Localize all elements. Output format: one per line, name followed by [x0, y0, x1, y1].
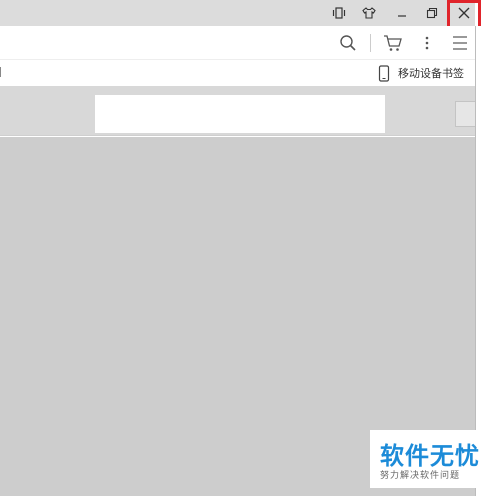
mobile-bookmarks-label: 移动设备书签 [398, 67, 464, 80]
cart-icon[interactable] [381, 31, 405, 55]
scrollbar[interactable] [475, 26, 500, 496]
skin-icon[interactable] [360, 0, 378, 26]
watermark-title: 软件无忧 [380, 442, 480, 470]
watermark-subtitle: 努力解决软件问题 [380, 471, 461, 481]
vibrate-icon[interactable] [330, 0, 348, 26]
mobile-bookmarks-button[interactable]: 移动设备书签 [378, 63, 464, 83]
page-side-button[interactable] [455, 101, 475, 127]
search-icon[interactable] [336, 31, 360, 55]
bookmark-bar: 移动设备书签 [0, 60, 475, 86]
restore-icon[interactable] [423, 0, 441, 26]
page-search-box[interactable] [95, 95, 385, 133]
overflow-mark [0, 67, 3, 77]
minimize-icon[interactable] [393, 0, 411, 26]
title-bar [0, 0, 475, 26]
more-icon[interactable] [415, 31, 439, 55]
menu-icon[interactable] [448, 31, 472, 55]
watermark: 软件无忧 努力解决软件问题 [370, 430, 482, 488]
toolbar [0, 26, 475, 60]
toolbar-separator [370, 34, 371, 52]
phone-icon [378, 64, 390, 82]
page-header [0, 86, 475, 136]
